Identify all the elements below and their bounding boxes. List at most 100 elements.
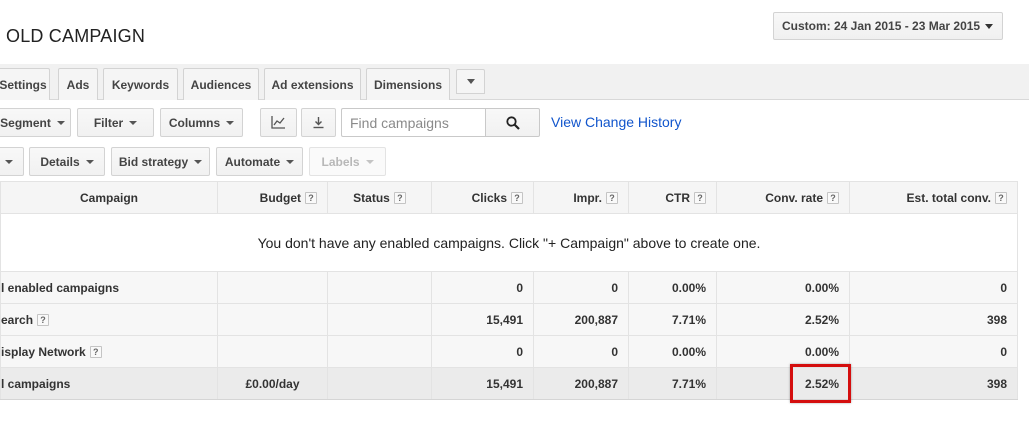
chart-toggle-button[interactable] bbox=[260, 108, 297, 137]
table-row: isplay Network? 0 0 0.00% 0.00% 0 bbox=[0, 335, 1018, 368]
tab-keywords[interactable]: Keywords bbox=[103, 68, 178, 100]
clicks-cell: 15,491 bbox=[431, 303, 534, 336]
chevron-down-icon bbox=[226, 120, 235, 125]
tab-ads[interactable]: Ads bbox=[58, 68, 98, 100]
details-button[interactable]: Details bbox=[29, 147, 105, 176]
bid-strategy-label: Bid strategy bbox=[118, 154, 189, 169]
tab-dimensions[interactable]: Dimensions bbox=[366, 68, 450, 100]
column-header-campaign[interactable]: Campaign bbox=[0, 181, 218, 214]
column-header-est-total-conv[interactable]: Est. total conv.? bbox=[849, 181, 1018, 214]
status-cell bbox=[327, 271, 432, 304]
bid-strategy-button[interactable]: Bid strategy bbox=[111, 147, 210, 176]
tab-ad-extensions[interactable]: Ad extensions bbox=[264, 68, 361, 100]
est-total-conv-cell: 0 bbox=[849, 335, 1018, 368]
filter-label: Filter bbox=[93, 115, 124, 130]
table-row: earch? 15,491 200,887 7.71% 2.52% 398 bbox=[0, 303, 1018, 336]
search-input[interactable] bbox=[341, 108, 486, 137]
chevron-down-icon bbox=[85, 159, 94, 164]
column-header-ctr[interactable]: CTR? bbox=[628, 181, 717, 214]
ctr-cell: 0.00% bbox=[628, 335, 717, 368]
ctr-cell: 0.00% bbox=[628, 271, 717, 304]
status-cell bbox=[327, 303, 432, 336]
column-header-status[interactable]: Status? bbox=[327, 181, 432, 214]
help-icon[interactable]: ? bbox=[827, 192, 839, 205]
conv-rate-cell: 2.52% bbox=[716, 367, 850, 400]
segment-label: Segment bbox=[0, 115, 51, 130]
row-label: earch? bbox=[0, 303, 218, 336]
ctr-cell: 7.71% bbox=[628, 303, 717, 336]
impr-cell: 200,887 bbox=[533, 303, 629, 336]
chevron-down-icon bbox=[129, 120, 138, 125]
clicks-cell: 15,491 bbox=[431, 367, 534, 400]
help-icon[interactable]: ? bbox=[606, 192, 618, 205]
status-cell bbox=[327, 335, 432, 368]
page-title: OLD CAMPAIGN bbox=[6, 26, 146, 46]
est-total-conv-cell: 0 bbox=[849, 271, 1018, 304]
clicks-cell: 0 bbox=[431, 335, 534, 368]
column-header-conv-rate[interactable]: Conv. rate? bbox=[716, 181, 850, 214]
columns-button[interactable]: Columns bbox=[160, 108, 243, 137]
table-header-row: Campaign Budget? Status? Clicks? Impr.? … bbox=[0, 181, 1018, 214]
segment-button[interactable]: Segment bbox=[0, 108, 71, 137]
chevron-down-icon bbox=[194, 159, 203, 164]
budget-cell bbox=[217, 303, 328, 336]
labels-button: Labels bbox=[309, 147, 386, 176]
columns-label: Columns bbox=[168, 115, 221, 130]
details-label: Details bbox=[40, 154, 80, 169]
help-icon[interactable]: ? bbox=[511, 192, 523, 205]
help-icon[interactable]: ? bbox=[694, 192, 706, 205]
conv-rate-cell: 2.52% bbox=[716, 303, 850, 336]
est-total-conv-cell: 398 bbox=[849, 303, 1018, 336]
chevron-down-icon bbox=[286, 159, 295, 164]
view-change-history-link[interactable]: View Change History bbox=[551, 114, 681, 130]
automate-button[interactable]: Automate bbox=[216, 147, 303, 176]
column-header-budget[interactable]: Budget? bbox=[217, 181, 328, 214]
empty-state-message: You don't have any enabled campaigns. Cl… bbox=[0, 213, 1018, 272]
chevron-down-icon bbox=[365, 159, 374, 164]
est-total-conv-cell: 398 bbox=[849, 367, 1018, 400]
campaigns-table: Campaign Budget? Status? Clicks? Impr.? … bbox=[0, 181, 1018, 400]
chevron-down-icon bbox=[985, 24, 993, 29]
chevron-down-icon bbox=[56, 120, 65, 125]
conv-rate-cell: 0.00% bbox=[716, 271, 850, 304]
help-icon[interactable]: ? bbox=[393, 192, 406, 205]
ctr-cell: 7.71% bbox=[628, 367, 717, 400]
download-icon bbox=[313, 117, 324, 129]
column-header-clicks[interactable]: Clicks? bbox=[431, 181, 534, 214]
status-cell bbox=[327, 367, 432, 400]
impr-cell: 0 bbox=[533, 335, 629, 368]
empty-state-row: You don't have any enabled campaigns. Cl… bbox=[0, 213, 1018, 272]
filter-button[interactable]: Filter bbox=[77, 108, 154, 137]
row-label: l campaigns bbox=[0, 367, 218, 400]
download-button[interactable] bbox=[301, 108, 336, 137]
search-button[interactable] bbox=[485, 108, 540, 137]
tab-audiences[interactable]: Audiences bbox=[183, 68, 259, 100]
impr-cell: 200,887 bbox=[533, 367, 629, 400]
help-icon[interactable]: ? bbox=[995, 192, 1007, 205]
help-icon[interactable]: ? bbox=[305, 192, 317, 205]
column-header-impr[interactable]: Impr.? bbox=[533, 181, 629, 214]
search-icon bbox=[505, 115, 520, 130]
budget-cell bbox=[217, 335, 328, 368]
date-range-dropdown[interactable]: Custom: 24 Jan 2015 - 23 Mar 2015 bbox=[773, 12, 1003, 40]
clicks-cell: 0 bbox=[431, 271, 534, 304]
labels-label: Labels bbox=[321, 154, 360, 169]
line-chart-icon bbox=[271, 116, 285, 129]
chevron-down-icon bbox=[5, 159, 13, 164]
row-label: isplay Network? bbox=[0, 335, 218, 368]
edit-button[interactable] bbox=[0, 147, 24, 176]
row-label: l enabled campaigns bbox=[0, 271, 218, 304]
date-range-label: Custom: 24 Jan 2015 - 23 Mar 2015 bbox=[782, 19, 981, 33]
automate-label: Automate bbox=[224, 154, 281, 169]
more-tabs-button[interactable] bbox=[456, 69, 485, 94]
tab-bar: Settings Ads Keywords Audiences Ad exten… bbox=[0, 64, 1029, 100]
table-row-total: l campaigns £0.00/day 15,491 200,887 7.7… bbox=[0, 367, 1018, 400]
help-icon[interactable]: ? bbox=[37, 314, 50, 327]
budget-cell: £0.00/day bbox=[217, 367, 328, 400]
conv-rate-cell: 0.00% bbox=[716, 335, 850, 368]
help-icon[interactable]: ? bbox=[89, 346, 102, 359]
tab-settings[interactable]: Settings bbox=[0, 68, 50, 100]
impr-cell: 0 bbox=[533, 271, 629, 304]
table-row: l enabled campaigns 0 0 0.00% 0.00% 0 bbox=[0, 271, 1018, 304]
chevron-down-icon bbox=[466, 79, 475, 84]
